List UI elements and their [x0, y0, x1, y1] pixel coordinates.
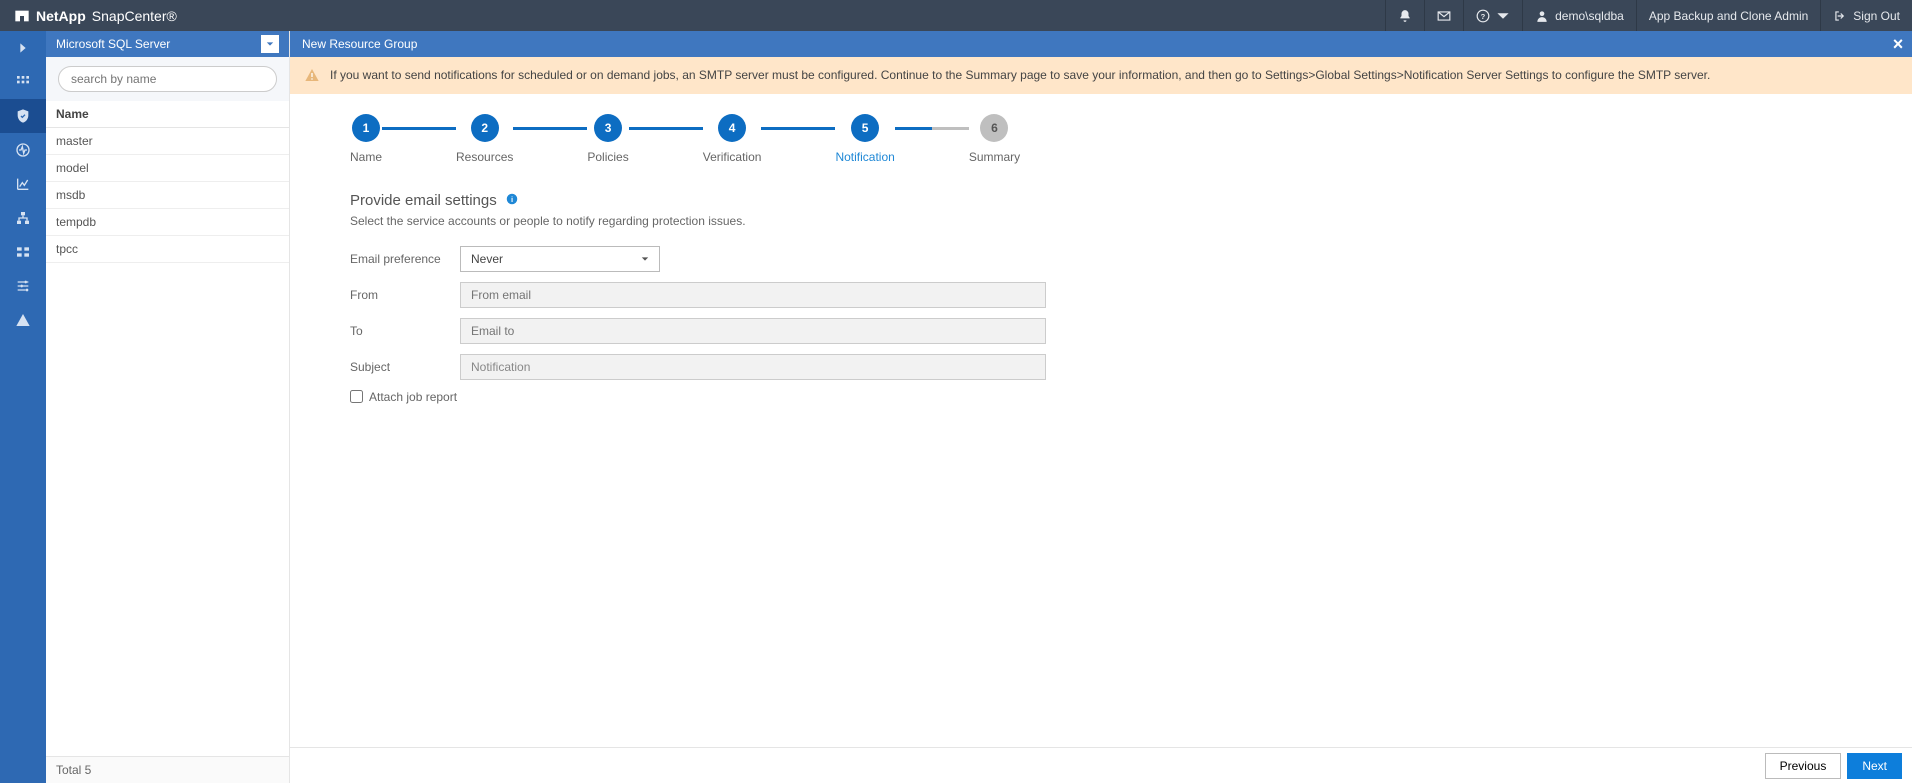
sidebar-settings[interactable] [0, 269, 46, 303]
step-name[interactable]: 1 Name [350, 114, 382, 164]
mail-button[interactable] [1424, 0, 1463, 31]
step-verification[interactable]: 4 Verification [703, 114, 762, 164]
netapp-logo-icon [14, 8, 30, 24]
sidebar-resources[interactable] [0, 99, 46, 133]
main: New Resource Group × If you want to send… [290, 31, 1912, 783]
wizard-footer: Previous Next [290, 747, 1912, 783]
sliders-icon [15, 278, 31, 294]
step-notification[interactable]: 5 Notification [835, 114, 894, 164]
label-to: To [350, 324, 460, 338]
sidebar-hosts[interactable] [0, 201, 46, 235]
info-banner: If you want to send notifications for sc… [290, 57, 1912, 94]
list-footer: Total 5 [46, 756, 289, 783]
hierarchy-icon [15, 210, 31, 226]
search-input[interactable] [58, 66, 277, 92]
sidebar-expand[interactable] [0, 31, 46, 65]
shield-check-icon [15, 108, 31, 124]
email-preference-dropdown[interactable]: Never [460, 246, 660, 272]
step-resources[interactable]: 2 Resources [456, 114, 513, 164]
svg-text:i: i [511, 195, 513, 204]
previous-button[interactable]: Previous [1765, 753, 1842, 779]
caret-down-icon [641, 255, 649, 263]
subheader-title: New Resource Group [302, 37, 417, 51]
label-attach-job-report: Attach job report [369, 390, 457, 404]
list-item[interactable]: tpcc [46, 236, 289, 263]
section-title: Provide email settings i [350, 192, 1872, 210]
subheader: New Resource Group × [290, 31, 1912, 57]
caret-down-icon [1496, 9, 1510, 23]
list-item[interactable]: msdb [46, 182, 289, 209]
list-body: master model msdb tempdb tpcc [46, 128, 289, 756]
wizard-steps: 1 Name 2 Resources 3 Policies 4 Verifica… [350, 114, 1872, 164]
next-button[interactable]: Next [1847, 753, 1902, 779]
signout-button[interactable]: Sign Out [1820, 0, 1912, 31]
info-icon[interactable]: i [505, 192, 519, 210]
caret-down-icon [266, 40, 274, 48]
user-button[interactable]: demo\sqldba [1522, 0, 1636, 31]
resource-panel: Microsoft SQL Server Name master model m… [46, 31, 290, 783]
chart-icon [15, 176, 31, 192]
signout-icon [1833, 9, 1847, 23]
list-item[interactable]: model [46, 155, 289, 182]
section-desc: Select the service accounts or people to… [350, 214, 1872, 228]
label-email-preference: Email preference [350, 252, 460, 266]
svg-text:?: ? [1481, 11, 1486, 20]
help-button[interactable]: ? [1463, 0, 1522, 31]
list-header: Name [46, 101, 289, 128]
notifications-button[interactable] [1385, 0, 1424, 31]
help-icon: ? [1476, 9, 1490, 23]
list-item[interactable]: tempdb [46, 209, 289, 236]
sidebar-storage[interactable] [0, 235, 46, 269]
warning-icon [15, 312, 31, 328]
brand-text: NetApp [36, 8, 86, 24]
user-label: demo\sqldba [1555, 9, 1624, 23]
chevron-right-icon [15, 40, 31, 56]
attach-job-report-checkbox[interactable] [350, 390, 363, 403]
info-text: If you want to send notifications for sc… [330, 68, 1710, 82]
sidebar-dashboard[interactable] [0, 65, 46, 99]
sidebar [0, 31, 46, 783]
step-summary[interactable]: 6 Summary [969, 114, 1020, 164]
sidebar-monitor[interactable] [0, 133, 46, 167]
sidebar-reports[interactable] [0, 167, 46, 201]
label-from: From [350, 288, 460, 302]
tree-label: Microsoft SQL Server [56, 37, 170, 51]
warning-icon [304, 67, 320, 88]
signout-label: Sign Out [1853, 9, 1900, 23]
mail-icon [1437, 9, 1451, 23]
topbar: NetApp SnapCenter® ? demo\sqldba App Bac… [0, 0, 1912, 31]
close-icon: × [1893, 34, 1904, 55]
label-subject: Subject [350, 360, 460, 374]
grid-icon [15, 74, 31, 90]
tree-header: Microsoft SQL Server [46, 31, 289, 57]
step-policies[interactable]: 3 Policies [587, 114, 628, 164]
to-input[interactable] [460, 318, 1046, 344]
pulse-icon [15, 142, 31, 158]
storage-icon [15, 244, 31, 260]
from-input[interactable] [460, 282, 1046, 308]
tree-dropdown-button[interactable] [261, 35, 279, 53]
product-text: SnapCenter® [92, 8, 177, 24]
bell-icon [1398, 9, 1412, 23]
email-preference-value: Never [471, 252, 503, 266]
list-item[interactable]: master [46, 128, 289, 155]
subject-input[interactable] [460, 354, 1046, 380]
brand: NetApp SnapCenter® [0, 8, 191, 24]
role-label: App Backup and Clone Admin [1636, 0, 1820, 31]
close-button[interactable]: × [1888, 31, 1908, 57]
user-icon [1535, 9, 1549, 23]
sidebar-alerts[interactable] [0, 303, 46, 337]
